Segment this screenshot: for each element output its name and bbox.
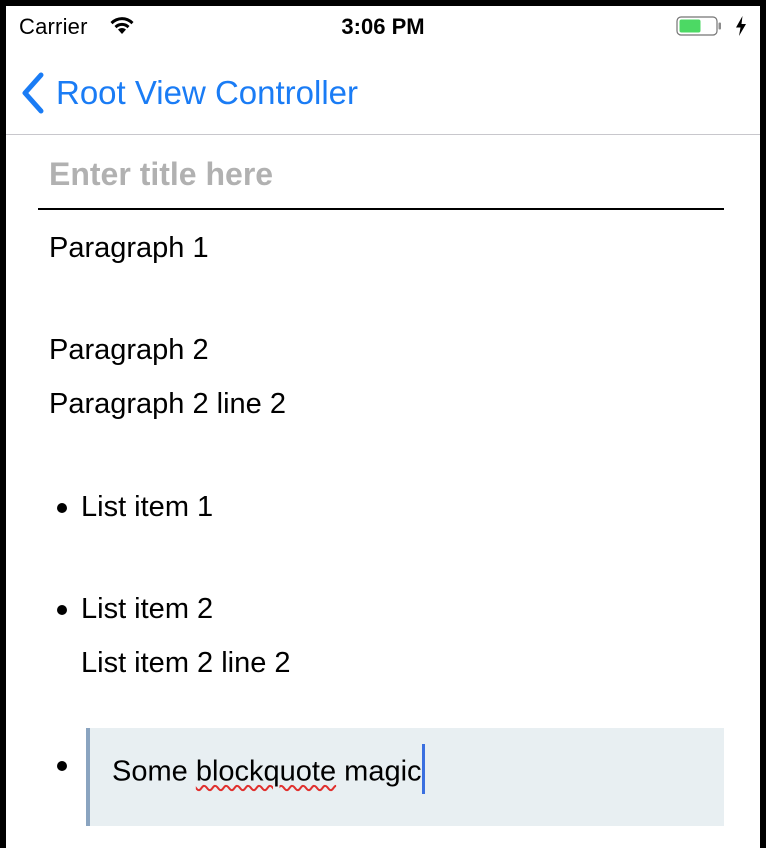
- paragraph: Paragraph 2: [49, 334, 209, 366]
- app-screen: Carrier 3:06 PM Root View Controller Par…: [6, 6, 760, 848]
- bullet-icon: [57, 761, 67, 771]
- back-button-label: Root View Controller: [56, 74, 359, 111]
- paragraph: Paragraph 1: [49, 232, 209, 264]
- blockquote-text-start: Some: [112, 755, 196, 788]
- blockquote[interactable]: Some blockquote magic: [86, 728, 724, 826]
- navigation-bar: Root View Controller: [6, 48, 760, 135]
- misspelled-word: blockquote: [195, 755, 337, 788]
- battery-level-fill: [679, 19, 701, 33]
- bullet-icon: [57, 503, 67, 513]
- list-item: List item 2: [81, 593, 214, 625]
- list-item-line: List item 2 line 2: [81, 647, 291, 679]
- paragraph-line: Paragraph 2 line 2: [49, 388, 286, 420]
- list-item: List item 1: [81, 491, 214, 523]
- charging-bolt-icon: [736, 16, 746, 36]
- title-input[interactable]: [38, 140, 724, 210]
- chevron-left-icon: [22, 72, 44, 114]
- bullet-icon: [57, 605, 67, 615]
- back-button[interactable]: Root View Controller: [20, 70, 358, 116]
- text-cursor: [421, 744, 425, 794]
- blockquote-text-end: magic: [336, 755, 422, 788]
- clock: 3:06 PM: [341, 14, 425, 39]
- blockquote-text: Some blockquote magic: [112, 744, 425, 798]
- status-bar: Carrier 3:06 PM: [6, 6, 760, 48]
- battery-icon: [676, 16, 721, 36]
